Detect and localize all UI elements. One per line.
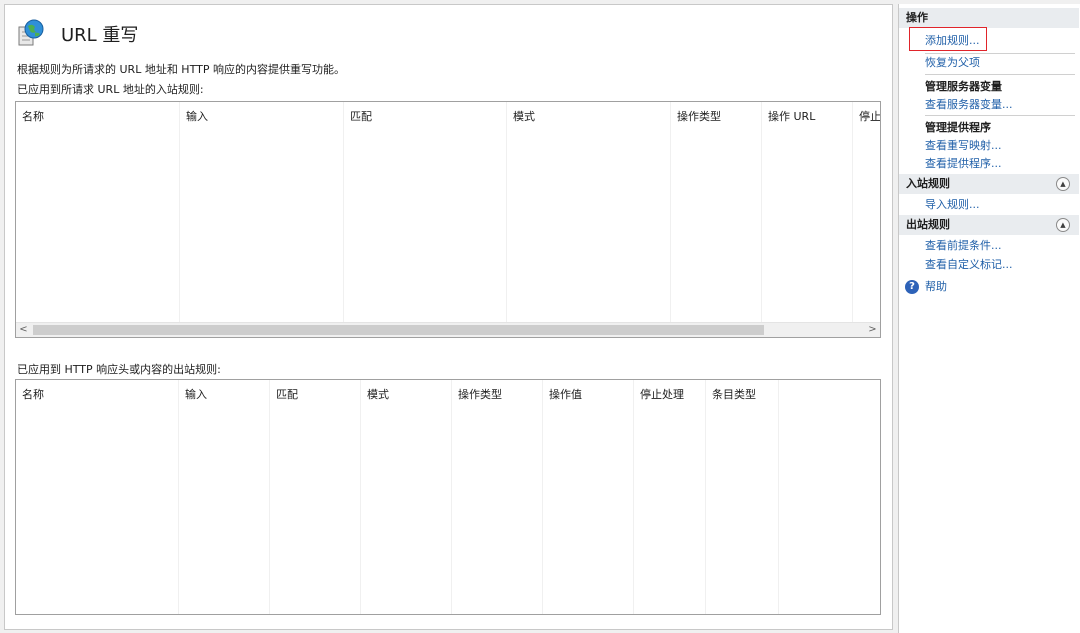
column-header-input[interactable]: 输入: [180, 102, 344, 322]
revert-to-parent-link[interactable]: 恢复为父项: [925, 55, 980, 71]
column-header-match[interactable]: 匹配: [270, 380, 361, 614]
column-header-label: 模式: [513, 110, 535, 123]
column-header-label: 条目类型: [712, 388, 756, 401]
inbound-rules-label: 已应用到所请求 URL 地址的入站规则:: [17, 83, 204, 96]
scroll-left-arrow-icon[interactable]: <: [16, 323, 31, 337]
collapse-chevron-icon[interactable]: ▲: [1056, 177, 1070, 191]
column-header-label: 停止处理: [640, 388, 684, 401]
help-icon[interactable]: ?: [905, 280, 919, 294]
column-header-match[interactable]: 匹配: [344, 102, 507, 322]
actions-title: 操作: [906, 11, 928, 24]
column-header-stop[interactable]: 停止: [853, 102, 881, 322]
actions-pane: 操作 添加规则... 恢复为父项 管理服务器变量 查看服务器变量... 管理提供…: [898, 4, 1080, 633]
separator: [925, 53, 1075, 54]
column-header-action-url[interactable]: 操作 URL: [762, 102, 853, 322]
column-header-label: 名称: [22, 110, 44, 123]
column-header-label: 匹配: [276, 388, 298, 401]
separator: [925, 115, 1075, 116]
view-providers-link[interactable]: 查看提供程序...: [925, 156, 1002, 172]
view-custom-tags-link[interactable]: 查看自定义标记...: [925, 257, 1013, 273]
scrollbar-thumb[interactable]: [33, 325, 764, 335]
outbound-rules-grid[interactable]: 名称 输入 匹配 模式 操作类型 操作值 停止处理 条目类型: [15, 379, 881, 615]
column-header-label: 操作类型: [458, 388, 502, 401]
column-header-label: 操作类型: [677, 110, 721, 123]
column-header-name[interactable]: 名称: [16, 380, 179, 614]
horizontal-scrollbar[interactable]: < >: [16, 322, 880, 337]
inbound-rules-grid[interactable]: 名称 输入 匹配 模式 操作类型 操作 URL 停止 < >: [15, 101, 881, 338]
page-header: URL 重写: [17, 17, 138, 51]
import-rules-link[interactable]: 导入规则...: [925, 197, 980, 213]
column-header-action-value[interactable]: 操作值: [543, 380, 634, 614]
manage-server-variables-heading: 管理服务器变量: [925, 80, 1002, 93]
column-header-label: 输入: [186, 110, 208, 123]
column-header-name[interactable]: 名称: [16, 102, 180, 322]
actions-section-header: 操作: [899, 8, 1079, 28]
column-header-input[interactable]: 输入: [179, 380, 270, 614]
page-description: 根据规则为所请求的 URL 地址和 HTTP 响应的内容提供重写功能。: [17, 63, 345, 76]
column-header-label: 名称: [22, 388, 44, 401]
view-rewrite-maps-link[interactable]: 查看重写映射...: [925, 138, 1002, 154]
url-rewrite-globe-icon: [17, 19, 45, 49]
outbound-rules-title: 出站规则: [906, 218, 950, 231]
column-header-label: 匹配: [350, 110, 372, 123]
inbound-rules-section-header[interactable]: 入站规则 ▲: [899, 174, 1079, 194]
manage-providers-heading: 管理提供程序: [925, 121, 991, 134]
column-header-stop-processing[interactable]: 停止处理: [634, 380, 706, 614]
add-rule-link[interactable]: 添加规则...: [925, 33, 980, 49]
outbound-rules-section-header[interactable]: 出站规则 ▲: [899, 215, 1079, 235]
outbound-rules-label: 已应用到 HTTP 响应头或内容的出站规则:: [17, 363, 221, 376]
column-header-action-type[interactable]: 操作类型: [671, 102, 762, 322]
url-rewrite-feature-panel: URL 重写 根据规则为所请求的 URL 地址和 HTTP 响应的内容提供重写功…: [4, 4, 893, 630]
help-link[interactable]: 帮助: [925, 279, 947, 295]
column-header-entry-type[interactable]: 条目类型: [706, 380, 779, 614]
separator: [925, 74, 1075, 75]
column-header-pattern[interactable]: 模式: [361, 380, 452, 614]
column-header-label: 操作 URL: [768, 110, 816, 123]
iis-manager-window: URL 重写 根据规则为所请求的 URL 地址和 HTTP 响应的内容提供重写功…: [0, 0, 1080, 633]
column-header-label: 操作值: [549, 388, 582, 401]
view-preconditions-link[interactable]: 查看前提条件...: [925, 238, 1002, 254]
view-server-variables-link[interactable]: 查看服务器变量...: [925, 97, 1013, 113]
collapse-chevron-icon[interactable]: ▲: [1056, 218, 1070, 232]
column-header-label: 模式: [367, 388, 389, 401]
column-header-label: 输入: [185, 388, 207, 401]
scroll-right-arrow-icon[interactable]: >: [865, 323, 880, 337]
column-header-action-type[interactable]: 操作类型: [452, 380, 543, 614]
inbound-rules-title: 入站规则: [906, 177, 950, 190]
column-header-label: 停止: [859, 110, 881, 123]
column-header-pattern[interactable]: 模式: [507, 102, 671, 322]
page-title: URL 重写: [61, 25, 139, 46]
